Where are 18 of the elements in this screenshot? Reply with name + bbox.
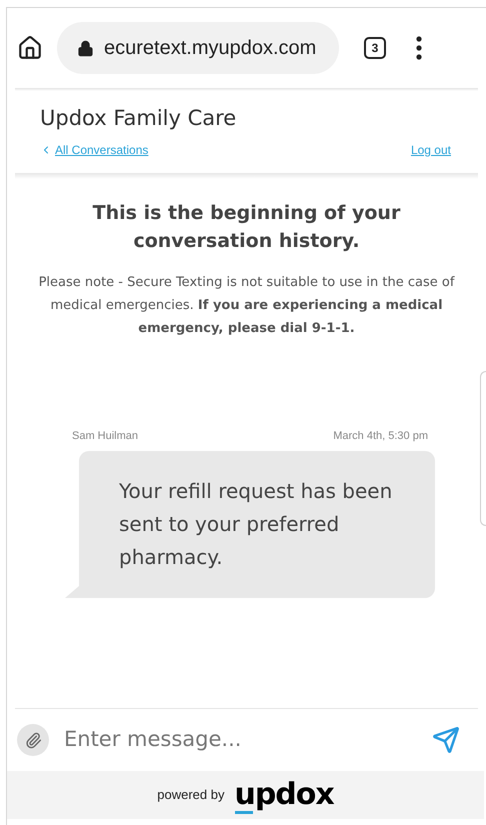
address-bar[interactable]: ecuretext.myupdox.com (57, 22, 339, 74)
emergency-note: Please note - Secure Texting is not suitable to use in the case of medical emergencies. If you are experiencing a medical emergency, please dial 9-1-1. (38, 274, 456, 338)
sender-name: Sam Huilman (72, 428, 138, 444)
tab-count-button[interactable]: 3 (364, 37, 386, 59)
more-menu-icon[interactable] (416, 36, 422, 60)
message-input[interactable]: Enter message... (64, 724, 432, 756)
message-time: March 4th, 5:30 pm (333, 428, 428, 444)
lock-icon (77, 40, 94, 56)
message-bubble: Your refill request has been sent to your preferred pharmacy. (79, 451, 435, 598)
attach-button[interactable] (17, 724, 49, 756)
updox-logo: updox (234, 779, 334, 811)
url-text: ecuretext.myupdox.com (104, 36, 316, 61)
intro-heading: This is the beginning of your conversation history. (92, 200, 402, 254)
send-icon[interactable] (432, 726, 460, 754)
home-icon[interactable] (17, 35, 43, 61)
page-title: Updox Family Care (40, 105, 238, 132)
paperclip-icon (24, 732, 42, 748)
powered-by-text: powered by (157, 786, 224, 804)
